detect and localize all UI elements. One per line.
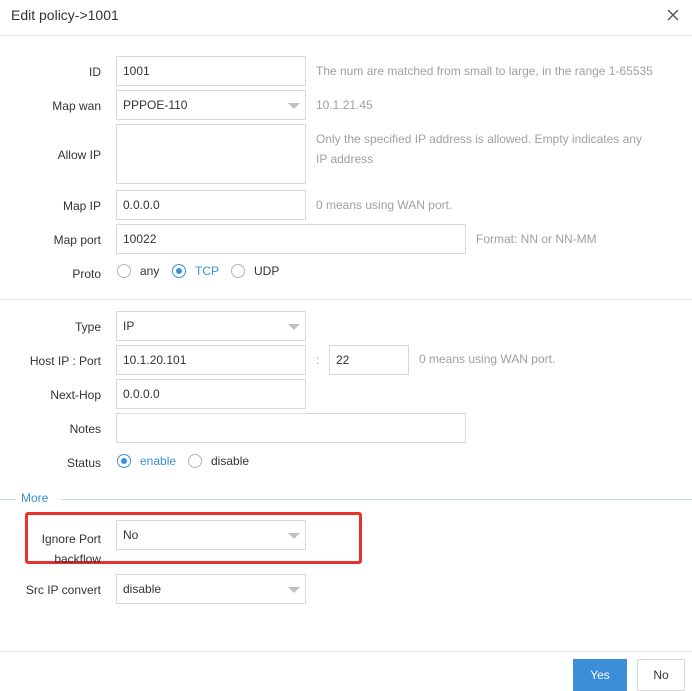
ignore-port-label: Ignore Port backflow: [1, 529, 101, 569]
no-button[interactable]: No: [637, 659, 685, 691]
more-section-label: More: [21, 491, 49, 505]
radio-circle: [117, 264, 131, 278]
chevron-down-icon: [288, 103, 300, 109]
close-icon[interactable]: [664, 6, 682, 24]
host-ip-label: Host IP : Port: [29, 354, 101, 368]
ignore-port-value: No: [123, 528, 139, 542]
chevron-down-icon: [288, 533, 300, 539]
map-wan-label: Map wan: [52, 99, 101, 113]
type-label: Type: [74, 320, 101, 334]
yes-button[interactable]: Yes: [573, 659, 627, 691]
proto-option-label: any: [140, 264, 160, 278]
more-divider-right: [61, 499, 692, 500]
host-ip-input[interactable]: 10.1.20.101: [116, 345, 306, 375]
src-ip-select[interactable]: disable: [116, 574, 306, 604]
radio-circle-checked: [172, 264, 186, 278]
map-wan-value: PPPOE-110: [123, 98, 188, 112]
radio-circle: [188, 454, 202, 468]
next-hop-input[interactable]: 0.0.0.0: [116, 379, 306, 409]
src-ip-value: disable: [123, 582, 162, 596]
chevron-down-icon: [288, 587, 300, 593]
allow-ip-hint: Only the specified IP address is allowed…: [316, 132, 642, 166]
edit-policy-dialog: Edit policy->1001 ID 1001 The num are ma…: [0, 0, 692, 691]
proto-radio-udp[interactable]: UDP: [231, 264, 279, 278]
map-port-label: Map port: [53, 233, 101, 247]
map-wan-hint: 10.1.21.45: [316, 98, 373, 112]
status-option-label: enable: [140, 454, 177, 468]
radio-circle-checked: [117, 454, 131, 468]
next-hop-label: Next-Hop: [50, 388, 101, 402]
chevron-down-icon: [288, 324, 300, 330]
section-divider: [0, 299, 692, 300]
proto-radio-any[interactable]: any: [117, 264, 159, 278]
map-wan-select[interactable]: PPPOE-110: [116, 90, 306, 120]
dialog-title: Edit policy->1001: [11, 7, 119, 23]
status-label: Status: [66, 456, 101, 470]
src-ip-label: Src IP convert: [25, 583, 101, 597]
host-ip-hint: 0 means using WAN port.: [419, 352, 556, 366]
ignore-port-select[interactable]: No: [116, 520, 306, 550]
proto-option-label: UDP: [254, 264, 280, 278]
map-ip-input[interactable]: 0.0.0.0: [116, 190, 306, 220]
dialog-header: Edit policy->1001: [0, 0, 692, 36]
id-hint: The num are matched from small to large,…: [316, 64, 653, 78]
id-input[interactable]: 1001: [116, 56, 306, 86]
more-divider-left: [0, 499, 16, 500]
host-port-input[interactable]: 22: [329, 345, 409, 375]
ignore-port-label-line2: backflow: [54, 552, 101, 566]
notes-label: Notes: [69, 422, 101, 436]
port-separator: :: [316, 353, 320, 367]
status-radio-disable[interactable]: disable: [188, 454, 249, 468]
radio-circle: [231, 264, 245, 278]
map-port-input[interactable]: 10022: [116, 224, 466, 254]
footer-divider: [0, 651, 692, 652]
proto-option-label: TCP: [195, 264, 219, 278]
map-port-hint: Format: NN or NN-MM: [476, 232, 597, 246]
map-ip-hint: 0 means using WAN port.: [316, 198, 453, 212]
status-option-label: disable: [211, 454, 250, 468]
allow-ip-label: Allow IP: [57, 148, 101, 162]
type-select[interactable]: IP: [116, 311, 306, 341]
id-label: ID: [89, 65, 101, 79]
proto-label: Proto: [72, 267, 101, 281]
allow-ip-textarea[interactable]: [116, 124, 306, 184]
type-value: IP: [123, 319, 135, 333]
map-ip-label: Map IP: [62, 199, 101, 213]
proto-radio-tcp[interactable]: TCP: [172, 264, 219, 278]
notes-input[interactable]: [116, 413, 466, 443]
ignore-port-label-line1: Ignore Port: [41, 532, 101, 546]
status-radio-enable[interactable]: enable: [117, 454, 176, 468]
